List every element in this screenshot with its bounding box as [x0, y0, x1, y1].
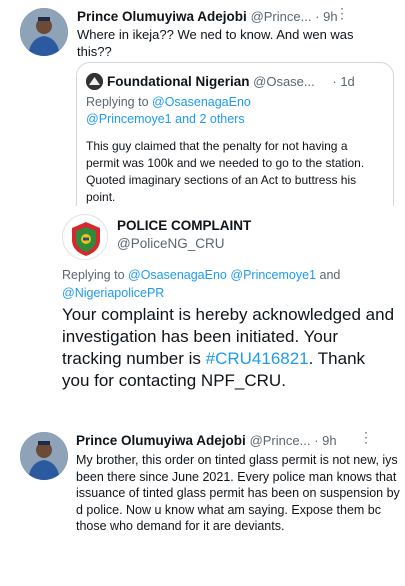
hashtag-link[interactable]: #CRU416821	[206, 349, 309, 368]
replying-prefix: Replying to	[86, 95, 153, 109]
tweet-text: My brother, this order on tinted glass p…	[76, 453, 400, 533]
quote-text: This guy claimed that the penalty for no…	[86, 139, 365, 204]
tweet-3[interactable]: Prince Olumuyiwa Adejobi @Prince... · 9h…	[0, 424, 405, 586]
timestamp[interactable]: · 9h	[314, 433, 336, 448]
replying-to: Replying to @OsasenagaEno @Princemoye1 a…	[62, 266, 362, 302]
author-name[interactable]: Prince Olumuyiwa Adejobi	[76, 433, 246, 448]
mention-link[interactable]: @Princemoye1 and 2 others	[86, 112, 245, 126]
mention-link[interactable]: @Princemoye1	[230, 268, 316, 282]
replying-prefix: Replying to	[62, 268, 129, 282]
tweet-1[interactable]: Prince Olumuyiwa Adejobi @Prince... · 9h…	[0, 0, 405, 222]
mention-link[interactable]: @NigeriapolicePR	[62, 286, 164, 300]
tweet-text: Your complaint is hereby acknowledged an…	[62, 304, 397, 392]
more-icon[interactable]: ⋮	[335, 5, 350, 22]
quote-author-name: Foundational Nigerian	[107, 74, 250, 89]
author-name[interactable]: Prince Olumuyiwa Adejobi	[77, 9, 247, 24]
quote-header: Foundational Nigerian @Osase... · 1d	[107, 74, 355, 89]
mention-link[interactable]: @OsasenagaEno	[152, 95, 251, 109]
author-handle[interactable]: @Prince...	[251, 9, 312, 24]
replying-and: and	[316, 268, 341, 282]
mention-link[interactable]: @OsasenagaEno	[128, 268, 227, 282]
quote-author-handle: @Osase...	[253, 74, 315, 89]
more-icon[interactable]: ⋮	[359, 429, 374, 446]
quoted-tweet[interactable]: Foundational Nigerian @Osase... · 1d Rep…	[76, 62, 394, 222]
tweet-2[interactable]: POLICE COMPLAINT @PoliceNG_CRU Replying …	[0, 206, 405, 426]
tweet-header: Prince Olumuyiwa Adejobi @Prince... · 9h	[77, 9, 338, 24]
avatar[interactable]	[20, 8, 68, 56]
quote-avatar[interactable]	[86, 73, 103, 90]
police-complaint-logo[interactable]	[62, 214, 108, 260]
avatar[interactable]	[20, 432, 68, 480]
author-name[interactable]: POLICE COMPLAINT	[117, 218, 251, 233]
tweet-header: Prince Olumuyiwa Adejobi @Prince... · 9h	[76, 433, 337, 448]
tweet-text: Where in ikeja?? We ned to know. And wen…	[77, 27, 354, 59]
quote-replying-to: Replying to @OsasenagaEno @Princemoye1 a…	[86, 94, 376, 128]
author-handle[interactable]: @PoliceNG_CRU	[117, 236, 224, 251]
author-handle[interactable]: @Prince...	[250, 433, 311, 448]
quote-timestamp: · 1d	[332, 74, 355, 89]
